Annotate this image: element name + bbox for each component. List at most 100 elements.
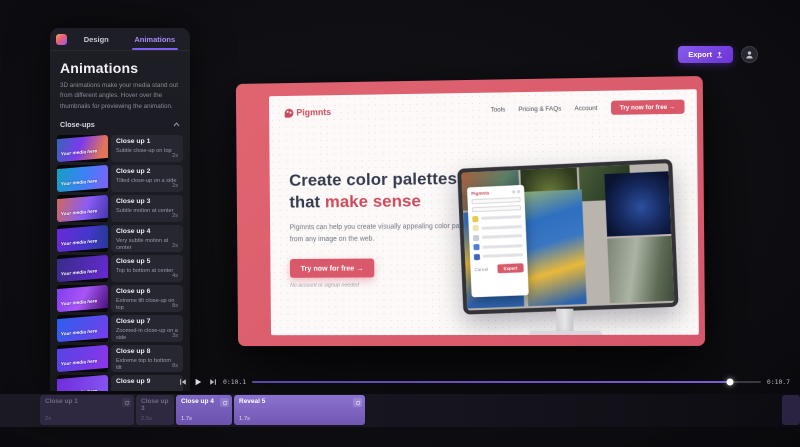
hex-value-placeholder (482, 244, 522, 249)
palette-color-row[interactable] (473, 242, 522, 250)
closeups-section-header[interactable]: Close-ups (60, 120, 180, 129)
popup-cancel-button[interactable]: Cancel (474, 266, 488, 272)
monitor-stand (556, 309, 573, 332)
site-header: Pigmnts Tools Pricing & FAQs Account Try… (285, 100, 685, 120)
clip-loop-icon (220, 398, 229, 407)
clip-closeup1[interactable]: Close up 1 2s (40, 395, 134, 425)
chevron-up-icon (173, 122, 180, 127)
export-button[interactable]: Export (678, 46, 733, 63)
headline-accent: make sense (325, 192, 421, 212)
animation-preset-list: Your media here Close up 1Subtle close-u… (50, 135, 190, 391)
duration-badge: 2s (172, 183, 178, 189)
seek-bar-fill (252, 381, 730, 383)
app-window: Design Animations Animations 3D animatio… (0, 0, 800, 447)
popup-export-button[interactable]: Export (497, 263, 523, 273)
photo-tile-blue-sphere (604, 171, 671, 236)
animation-thumbnail: Your media here (57, 195, 108, 222)
color-swatch (473, 225, 479, 231)
topbar: Export (678, 46, 758, 63)
tab-animations[interactable]: Animations (126, 28, 185, 50)
nav-try-free-button[interactable]: Try now for free → (611, 100, 685, 115)
user-icon (745, 50, 754, 59)
app-logo-icon[interactable] (56, 34, 67, 45)
animation-thumbnail: Your media here (57, 345, 108, 372)
popup-count-select[interactable] (472, 205, 521, 212)
popup-mood-select[interactable] (471, 197, 520, 204)
palette-rows (472, 214, 523, 260)
pigmnts-extension-popup: Pigmnts Cancel Export (467, 185, 529, 298)
pigmnts-website: Pigmnts Tools Pricing & FAQs Account Try… (269, 89, 699, 335)
duration-badge: 8s (172, 303, 178, 309)
animation-item-closeup2[interactable]: Your media here Close up 2Tilted close-u… (57, 165, 183, 192)
page-title: Animations (60, 60, 180, 76)
color-swatch (473, 244, 479, 250)
animation-thumbnail: Your media here (57, 255, 108, 282)
skip-back-icon (179, 378, 187, 386)
popup-title: Pigmnts (471, 190, 489, 196)
nav-tools[interactable]: Tools (491, 106, 506, 113)
clip-closeup3[interactable]: Close up 3 2.5s (136, 395, 174, 425)
duration-badge: 2s (172, 213, 178, 219)
duration-badge: 8s (172, 363, 178, 369)
hero-subtext: Pigmnts can help you create visually app… (290, 221, 480, 246)
tab-design[interactable]: Design (67, 28, 126, 50)
animation-thumbnail: Your media here (57, 375, 108, 391)
export-upload-icon (716, 51, 723, 58)
hex-value-placeholder (483, 253, 523, 258)
nav-pricing-faqs[interactable]: Pricing & FAQs (518, 105, 561, 113)
hex-value-placeholder (482, 234, 522, 239)
clip-partial-right[interactable] (782, 395, 800, 425)
playback-timeline: 0:10.1 0:10.7 (178, 374, 790, 390)
palette-color-row[interactable] (474, 252, 523, 260)
duration-badge: 2s (172, 153, 178, 159)
clip-closeup4[interactable]: Close up 4 1.7s (176, 395, 232, 425)
animations-sidebar: Design Animations Animations 3D animatio… (50, 28, 190, 391)
skip-to-start-button[interactable] (178, 378, 187, 387)
canvas-preview-mockup[interactable]: Pigmnts Tools Pricing & FAQs Account Try… (236, 76, 705, 346)
duration-badge: 3s (172, 333, 178, 339)
pigmnts-logo: Pigmnts (285, 107, 332, 118)
animation-item-closeup6[interactable]: Your media here Close up 6Extreme tilt c… (57, 285, 183, 312)
hex-value-placeholder (481, 215, 521, 220)
photo-tile-street (607, 236, 674, 303)
duration-badge: 4s (172, 273, 178, 279)
monitor-screen: Pigmnts Cancel Export (461, 163, 674, 310)
clip-track: Close up 1 2s Close up 3 2.5s Close up 4… (0, 394, 800, 427)
sidebar-description: 3D animations make your media stand out … (60, 81, 180, 112)
palette-color-row[interactable] (473, 223, 522, 231)
animation-item-closeup4[interactable]: Your media here Close up 4Very subtle mo… (57, 225, 183, 252)
duration-badge: 2s (172, 243, 178, 249)
animation-item-closeup5[interactable]: Your media here Close up 5Top to bottom … (57, 255, 183, 282)
palette-color-row[interactable] (472, 214, 521, 222)
animation-thumbnail: Your media here (57, 135, 108, 162)
monitor-mockup: Pigmnts Cancel Export (457, 159, 678, 315)
seek-bar[interactable] (252, 381, 761, 383)
clip-loop-icon (353, 398, 362, 407)
animation-item-closeup7[interactable]: Your media here Close up 7Zoomed-in clos… (57, 315, 183, 342)
color-swatch (472, 215, 478, 221)
palette-color-row[interactable] (473, 233, 522, 241)
nav-account[interactable]: Account (574, 104, 597, 111)
playhead[interactable] (727, 379, 734, 386)
site-nav: Tools Pricing & FAQs Account Try now for… (491, 100, 685, 117)
animation-item-closeup9[interactable]: Your media here Close up 9 (57, 375, 183, 391)
animation-item-closeup8[interactable]: Your media here Close up 8Extreme top to… (57, 345, 183, 372)
animation-thumbnail: Your media here (57, 165, 108, 192)
play-icon (194, 378, 202, 386)
current-time: 0:10.1 (223, 378, 246, 386)
animation-thumbnail: Your media here (57, 315, 108, 342)
user-avatar-button[interactable] (741, 46, 758, 63)
animation-thumbnail: Your media here (57, 225, 108, 252)
closeups-label: Close-ups (60, 120, 95, 129)
color-swatch (474, 253, 480, 259)
color-swatch (473, 234, 479, 240)
monitor-stand-base (530, 331, 601, 335)
palette-icon (285, 108, 294, 117)
skip-to-end-button[interactable] (208, 378, 217, 387)
hex-value-placeholder (482, 225, 522, 230)
play-button[interactable] (193, 378, 202, 387)
animation-item-closeup1[interactable]: Your media here Close up 1Subtle close-u… (57, 135, 183, 162)
clip-reveal5[interactable]: Reveal 5 1.7s (234, 395, 365, 425)
animation-item-closeup3[interactable]: Your media here Close up 3Subtle motion … (57, 195, 183, 222)
hero-try-free-button[interactable]: Try now for free → (290, 259, 375, 278)
